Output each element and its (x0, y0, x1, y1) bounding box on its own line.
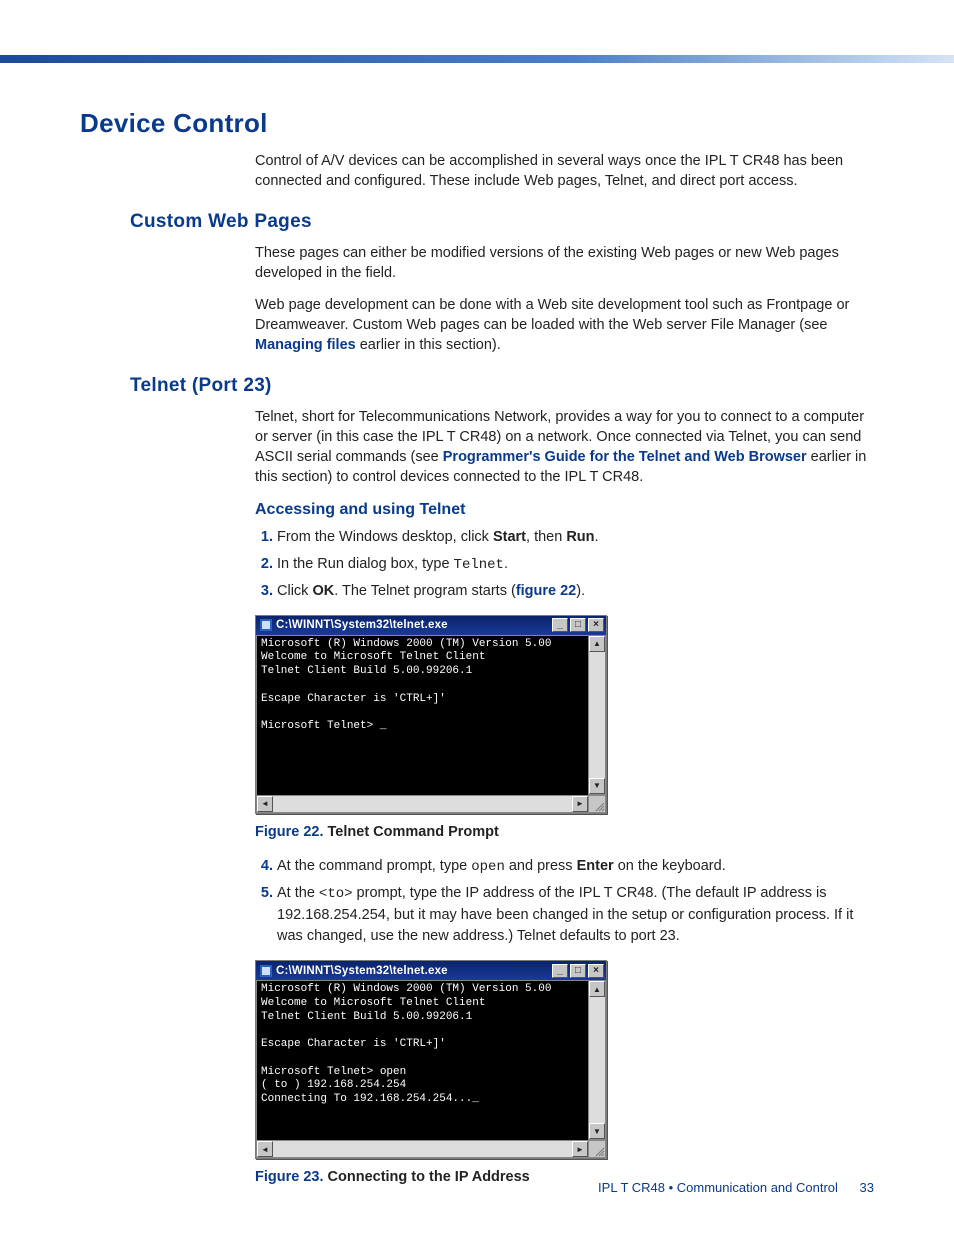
text: on the keyboard. (614, 858, 726, 874)
minimize-button[interactable]: _ (552, 964, 568, 978)
figure-23-window: C:\WINNT\System32\telnet.exe _ □ × Micro… (255, 960, 607, 1159)
text: Click (277, 583, 312, 599)
subsection-accessing-telnet: Accessing and using Telnet (255, 501, 874, 519)
vertical-scrollbar[interactable]: ▲ ▼ (588, 980, 606, 1140)
window-titlebar: C:\WINNT\System32\telnet.exe _ □ × (256, 616, 606, 635)
app-icon (260, 965, 272, 977)
window-title: C:\WINNT\System32\telnet.exe (276, 619, 550, 631)
text: , then (526, 529, 566, 545)
footer-doc-title: IPL T CR48 • Communication and Control (598, 1180, 838, 1195)
section-telnet: Telnet (Port 23) (130, 375, 874, 397)
scroll-track[interactable] (589, 652, 605, 778)
text: and press (505, 858, 577, 874)
scroll-down-icon[interactable]: ▼ (589, 778, 605, 794)
maximize-button[interactable]: □ (570, 618, 586, 632)
resize-grip-icon[interactable] (588, 1141, 605, 1157)
telnet-p1: Telnet, short for Telecommunications Net… (255, 407, 874, 487)
label-ok: OK (312, 583, 334, 599)
text: prompt, type the IP address of the IPL T… (277, 885, 853, 945)
code-open: open (471, 859, 505, 875)
text: In the Run dialog box, type (277, 556, 454, 572)
window-titlebar: C:\WINNT\System32\telnet.exe _ □ × (256, 961, 606, 980)
scroll-up-icon[interactable]: ▲ (589, 636, 605, 652)
label-start: Start (493, 529, 526, 545)
close-button[interactable]: × (588, 964, 604, 978)
cwp-p2: Web page development can be done with a … (255, 295, 874, 355)
scroll-right-icon[interactable]: ► (572, 1141, 588, 1157)
horizontal-scrollbar[interactable]: ◄ ► (256, 1140, 606, 1158)
text: . (595, 529, 599, 545)
terminal-output: Microsoft (R) Windows 2000 (TM) Version … (256, 635, 588, 795)
step-4: At the command prompt, type open and pre… (277, 856, 874, 878)
scroll-track[interactable] (589, 997, 605, 1123)
link-managing-files[interactable]: Managing files (255, 337, 356, 353)
maximize-button[interactable]: □ (570, 964, 586, 978)
text: earlier in this section). (356, 337, 501, 353)
scroll-up-icon[interactable]: ▲ (589, 981, 605, 997)
minimize-button[interactable]: _ (552, 618, 568, 632)
code-to: <to> (319, 886, 353, 902)
close-button[interactable]: × (588, 618, 604, 632)
scroll-right-icon[interactable]: ► (572, 796, 588, 812)
text: ). (576, 583, 585, 599)
code-telnet: Telnet (454, 557, 504, 573)
link-figure-22[interactable]: figure 22 (516, 583, 576, 599)
figure-label: Figure 23. (255, 1169, 324, 1185)
scroll-track[interactable] (273, 796, 572, 812)
intro-paragraph: Control of A/V devices can be accomplish… (255, 151, 874, 191)
text: From the Windows desktop, click (277, 529, 493, 545)
scroll-down-icon[interactable]: ▼ (589, 1123, 605, 1139)
step-1: From the Windows desktop, click Start, t… (277, 527, 874, 549)
horizontal-scrollbar[interactable]: ◄ ► (256, 795, 606, 813)
step-3: Click OK. The Telnet program starts (fig… (277, 581, 874, 603)
page-title: Device Control (80, 108, 874, 139)
vertical-scrollbar[interactable]: ▲ ▼ (588, 635, 606, 795)
figure-22-caption: Figure 22. Telnet Command Prompt (255, 822, 874, 842)
scroll-left-icon[interactable]: ◄ (257, 796, 273, 812)
figure-title: Connecting to the IP Address (328, 1169, 530, 1185)
scroll-track[interactable] (273, 1141, 572, 1157)
figure-title: Telnet Command Prompt (328, 824, 499, 840)
label-run: Run (566, 529, 594, 545)
resize-grip-icon[interactable] (588, 796, 605, 812)
link-programmers-guide[interactable]: Programmer's Guide for the Telnet and We… (443, 449, 807, 465)
label-enter: Enter (577, 858, 614, 874)
header-accent-bar (0, 55, 954, 63)
figure-label: Figure 22. (255, 824, 324, 840)
step-2: In the Run dialog box, type Telnet. (277, 554, 874, 576)
text: . (504, 556, 508, 572)
figure-22-window: C:\WINNT\System32\telnet.exe _ □ × Micro… (255, 615, 607, 814)
text: At the (277, 885, 319, 901)
section-custom-web-pages: Custom Web Pages (130, 211, 874, 233)
scroll-left-icon[interactable]: ◄ (257, 1141, 273, 1157)
text: . The Telnet program starts ( (334, 583, 516, 599)
terminal-output: Microsoft (R) Windows 2000 (TM) Version … (256, 980, 588, 1140)
cwp-p1: These pages can either be modified versi… (255, 243, 874, 283)
app-icon (260, 619, 272, 631)
step-5: At the <to> prompt, type the IP address … (277, 883, 874, 949)
text: At the command prompt, type (277, 858, 471, 874)
text: Web page development can be done with a … (255, 297, 849, 333)
page-number: 33 (860, 1180, 874, 1195)
window-title: C:\WINNT\System32\telnet.exe (276, 965, 550, 977)
page-footer: IPL T CR48 • Communication and Control 3… (598, 1180, 874, 1195)
